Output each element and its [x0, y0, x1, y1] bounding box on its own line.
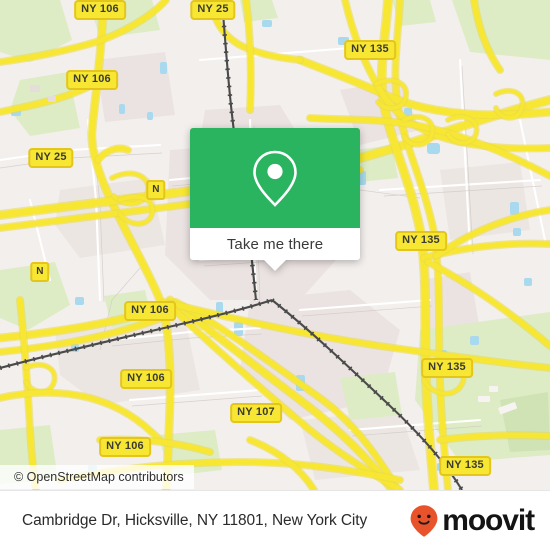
moovit-wordmark: moovit: [442, 503, 535, 537]
route-shield: NY 135: [439, 456, 491, 476]
popup-icon-panel: [190, 128, 360, 228]
map-pin-icon: [253, 150, 297, 207]
moovit-smiley-pin-icon: [410, 504, 438, 537]
route-shield: NY 135: [344, 40, 396, 60]
location-popup-card[interactable]: Take me there: [190, 128, 360, 271]
address-title: Cambridge Dr, Hicksville, NY 11801, New …: [22, 511, 368, 529]
route-shield: NY 135: [395, 231, 447, 251]
map-canvas[interactable]: .rd { stroke:#f7e733; fill:none; stroke-…: [0, 0, 550, 490]
route-shield: NY 135: [421, 358, 473, 378]
map-screenshot: .rd { stroke:#f7e733; fill:none; stroke-…: [0, 0, 550, 550]
route-shield: NY 106: [74, 0, 126, 20]
route-shield: NY 106: [124, 301, 176, 321]
route-shield: NY 107: [230, 403, 282, 423]
take-me-there-label: Take me there: [226, 235, 324, 253]
junction-marker: N: [146, 180, 166, 200]
popup-pointer: [264, 260, 286, 271]
route-shield: NY 25: [190, 0, 236, 20]
route-shield: NY 25: [28, 148, 74, 168]
route-shield: NY 106: [66, 70, 118, 90]
footer-bar: Cambridge Dr, Hicksville, NY 11801, New …: [0, 490, 550, 550]
route-shield: NY 106: [99, 437, 151, 457]
junction-marker: N: [30, 262, 50, 282]
moovit-logo[interactable]: moovit: [409, 503, 535, 538]
route-shield: NY 106: [120, 369, 172, 389]
popup-action-bar[interactable]: Take me there: [190, 228, 360, 271]
osm-attribution[interactable]: © OpenStreetMap contributors: [0, 465, 194, 489]
